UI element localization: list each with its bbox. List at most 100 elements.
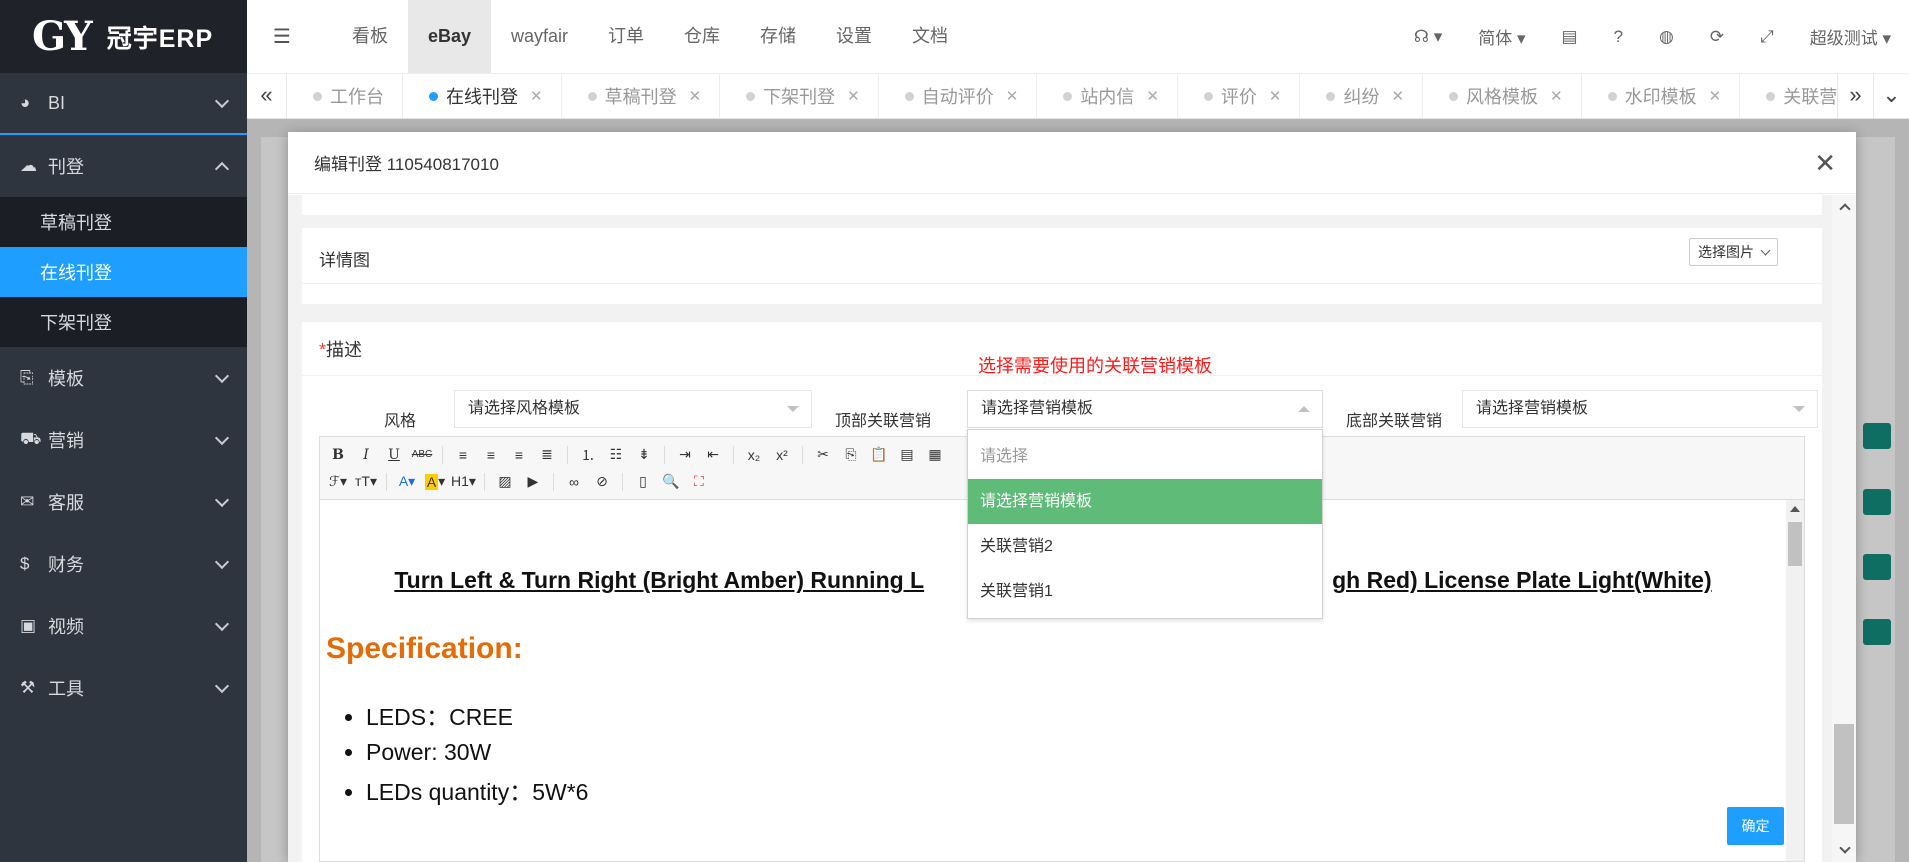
align-center-icon[interactable]: ≡ — [479, 444, 503, 466]
palette-icon[interactable]: ◍ — [1641, 27, 1692, 47]
close-icon[interactable]: ✕ — [530, 87, 543, 105]
close-icon[interactable]: ✕ — [689, 87, 702, 105]
superscript-icon[interactable]: x² — [770, 444, 794, 466]
list-icon[interactable]: ▤ — [1544, 27, 1596, 47]
dropdown-option[interactable]: 请选择营销模板 — [968, 479, 1322, 524]
sidebar-item-service[interactable]: ✉ 客服 — [0, 471, 247, 533]
sidebar-item-bi[interactable]: ◕ BI — [0, 73, 247, 135]
close-icon[interactable]: ✕ — [1391, 87, 1404, 105]
sidebar-item-tools[interactable]: ⚒ 工具 — [0, 657, 247, 719]
close-icon[interactable]: ✕ — [847, 87, 860, 105]
top-marketing-select[interactable]: 请选择营销模板 — [967, 390, 1323, 428]
confirm-button[interactable]: 确定 — [1727, 807, 1784, 845]
close-icon[interactable]: ✕ — [1814, 148, 1836, 179]
paste-text-icon[interactable]: ▤ — [895, 444, 919, 466]
user-menu[interactable]: 超级测试 ▾ — [1792, 24, 1909, 49]
top-menu-docs[interactable]: 文档 — [892, 0, 968, 73]
tab-messages[interactable]: 站内信 ✕ — [1037, 74, 1178, 118]
subscript-icon[interactable]: x₂ — [742, 444, 766, 466]
font-family-icon[interactable]: ℱ▾ — [326, 471, 350, 493]
link-icon[interactable]: ∞ — [562, 471, 586, 493]
top-menu-orders[interactable]: 订单 — [588, 0, 664, 73]
close-icon[interactable]: ✕ — [1709, 87, 1722, 105]
top-menu-warehouse[interactable]: 仓库 — [664, 0, 740, 73]
align-right-icon[interactable]: ≡ — [507, 444, 531, 466]
sidebar-item-finance[interactable]: $ 财务 — [0, 533, 247, 595]
indent-icon[interactable]: ⇥ — [673, 444, 697, 466]
paste-word-icon[interactable]: ▦ — [923, 444, 947, 466]
insert-image-icon[interactable]: ▨ — [493, 471, 517, 493]
sidebar-item-listing[interactable]: ☁ 刊登 — [0, 135, 247, 197]
editor-scrollbar[interactable] — [1786, 500, 1804, 861]
unlink-icon[interactable]: ⊘ — [590, 471, 614, 493]
app-logo[interactable]: GY 冠宇ERP — [0, 0, 247, 73]
strikethrough-icon[interactable]: ABC — [410, 444, 434, 466]
outdent-icon[interactable]: ⇤ — [701, 444, 725, 466]
menu-toggle-icon[interactable]: ☰ — [247, 24, 317, 49]
tab-draft-listing[interactable]: 草稿刊登 ✕ — [562, 74, 721, 118]
preview-icon[interactable]: 🔍 — [659, 471, 683, 493]
fullscreen-icon[interactable]: ⤢ — [1742, 27, 1792, 47]
dropdown-placeholder[interactable]: 请选择 — [968, 434, 1322, 479]
align-left-icon[interactable]: ≡ — [451, 444, 475, 466]
top-menu-ebay[interactable]: eBay — [408, 0, 492, 73]
close-icon[interactable]: ✕ — [1550, 87, 1563, 105]
italic-icon[interactable]: I — [354, 444, 378, 466]
language-select[interactable]: 简体 ▾ — [1460, 24, 1543, 49]
sidebar-item-marketing[interactable]: ⛟ 营销 — [0, 409, 247, 471]
tab-disputes[interactable]: 纠纷 ✕ — [1300, 74, 1424, 118]
style-select[interactable]: 请选择风格模板 — [454, 390, 812, 428]
bottom-marketing-select[interactable]: 请选择营销模板 — [1462, 390, 1818, 428]
tab-related-marketing[interactable]: 关联营 — [1740, 74, 1837, 118]
top-menu-dashboard[interactable]: 看板 — [332, 0, 408, 73]
help-icon[interactable]: ? — [1596, 27, 1641, 47]
tab-style-template[interactable]: 风格模板 ✕ — [1423, 74, 1582, 118]
tab-online-listing[interactable]: 在线刊登 ✕ — [403, 74, 562, 118]
close-icon[interactable]: ✕ — [1269, 87, 1282, 105]
font-size-icon[interactable]: тT▾ — [354, 471, 378, 493]
select-image-button[interactable]: 选择图片 — [1689, 238, 1778, 266]
bold-icon[interactable]: B — [326, 444, 350, 466]
insert-video-icon[interactable]: ▶ — [521, 471, 545, 493]
dropdown-option[interactable]: 关联营销2 — [968, 524, 1322, 569]
underline-icon[interactable]: U — [382, 444, 406, 466]
tab-watermark-template[interactable]: 水印模板 ✕ — [1582, 74, 1741, 118]
close-icon[interactable]: ✕ — [1146, 87, 1159, 105]
chevron-up-icon[interactable] — [1839, 203, 1851, 215]
font-color-icon[interactable]: A▾ — [395, 471, 419, 493]
refresh-icon[interactable]: ⟳ — [1692, 27, 1742, 47]
close-icon[interactable]: ✕ — [1006, 87, 1019, 105]
fullscreen-icon[interactable]: ⛶ — [687, 471, 711, 493]
copy-icon[interactable]: ⎘ — [839, 444, 863, 466]
tab-workbench[interactable]: 工作台 — [287, 74, 403, 118]
heading-icon[interactable]: H1▾ — [451, 471, 476, 493]
ordered-list-icon[interactable]: ⒈ — [576, 444, 600, 466]
top-menu-storage[interactable]: 存储 — [740, 0, 816, 73]
sidebar-item-template[interactable]: ⎘ 模板 — [0, 347, 247, 409]
sidebar-item-video[interactable]: ▣ 视频 — [0, 595, 247, 657]
top-menu-settings[interactable]: 设置 — [816, 0, 892, 73]
tab-auto-feedback[interactable]: 自动评价 ✕ — [879, 74, 1038, 118]
cut-icon[interactable]: ✂ — [811, 444, 835, 466]
modal-scrollbar[interactable] — [1832, 195, 1856, 862]
tabs-scroll-right-icon[interactable]: » — [1837, 74, 1873, 118]
chevron-down-icon[interactable] — [1839, 842, 1851, 854]
tab-feedback[interactable]: 评价 ✕ — [1178, 74, 1301, 118]
scroll-thumb[interactable] — [1788, 522, 1802, 566]
tabs-menu-chevron-down-icon[interactable]: ⌄ — [1873, 74, 1909, 118]
dropdown-option[interactable]: 关联营销1 — [968, 569, 1322, 614]
headset-icon[interactable]: ☊ ▾ — [1396, 27, 1460, 47]
paste-icon[interactable]: 📋 — [867, 444, 891, 466]
unordered-list-icon[interactable]: ☷ — [604, 444, 628, 466]
insert-hr-icon[interactable]: ⇟ — [632, 444, 656, 466]
align-justify-icon[interactable]: ≣ — [535, 444, 559, 466]
sidebar-subitem-draft[interactable]: 草稿刊登 — [0, 197, 247, 247]
tabs-scroll-left-icon[interactable]: « — [247, 74, 287, 118]
source-code-icon[interactable]: ▯ — [631, 471, 655, 493]
scroll-up-icon[interactable] — [1790, 506, 1800, 512]
sidebar-subitem-offline[interactable]: 下架刊登 — [0, 297, 247, 347]
tab-offline-listing[interactable]: 下架刊登 ✕ — [720, 74, 879, 118]
scroll-thumb[interactable] — [1834, 724, 1854, 824]
sidebar-subitem-online[interactable]: 在线刊登 — [0, 247, 247, 297]
top-menu-wayfair[interactable]: wayfair — [491, 0, 588, 73]
